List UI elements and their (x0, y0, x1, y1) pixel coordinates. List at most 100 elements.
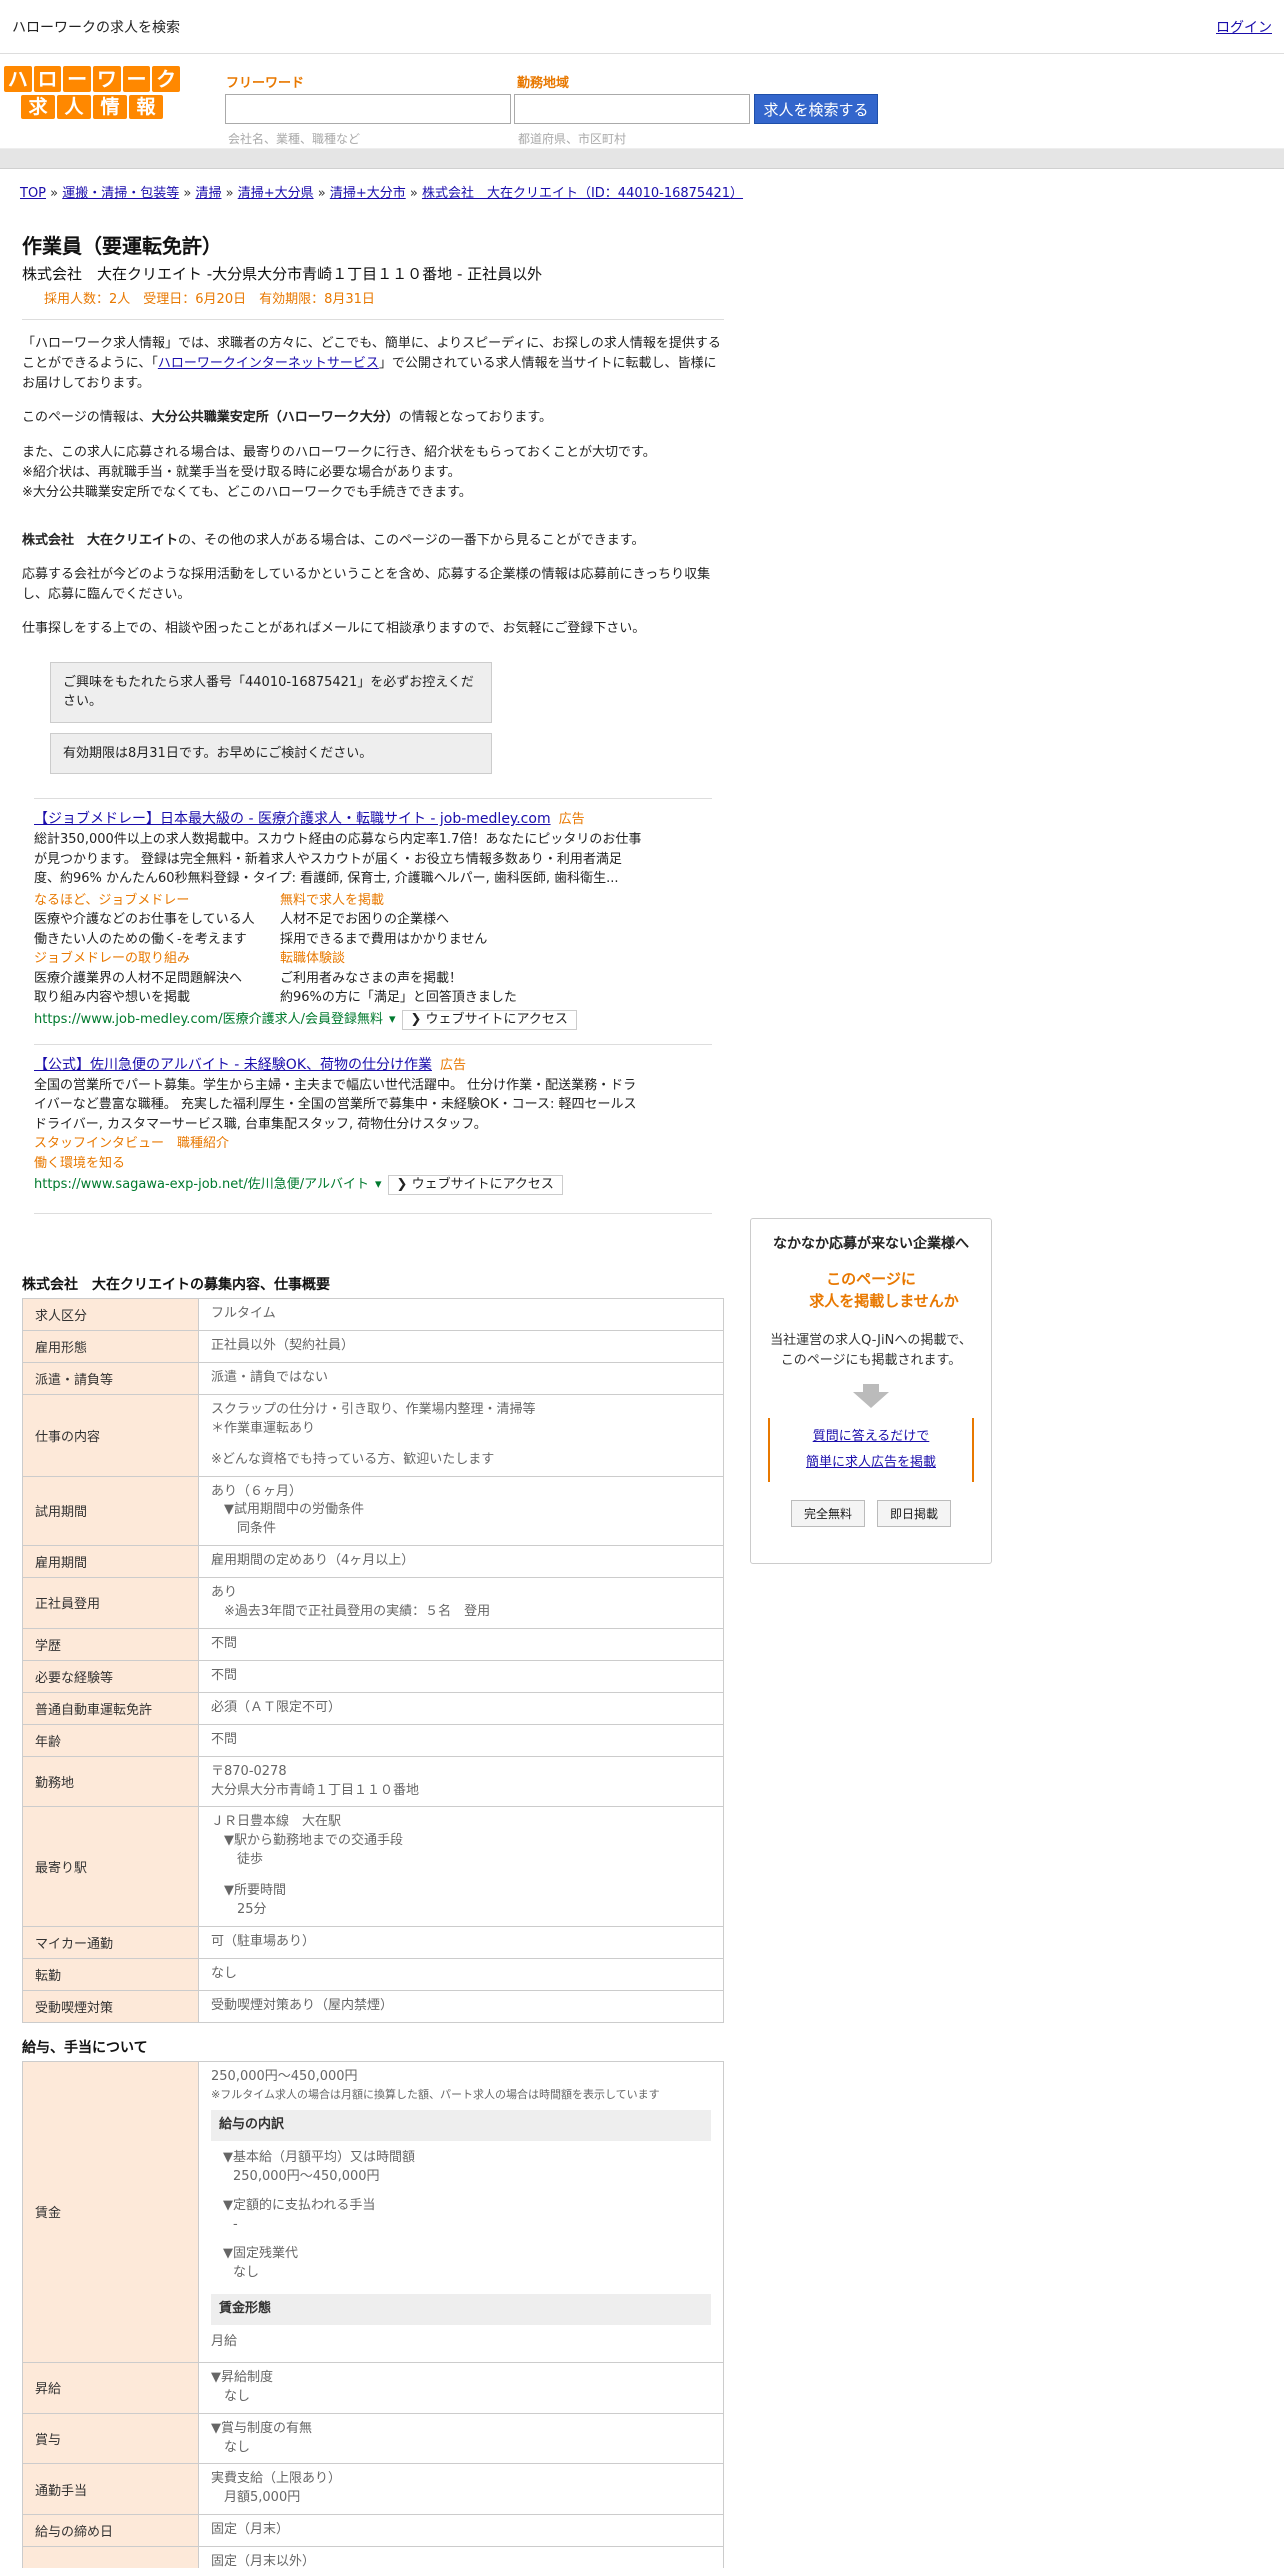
row-value: 不問 (198, 1723, 724, 1757)
breakdown-value: なし (233, 2264, 260, 2280)
sitelink[interactable]: 転職体験談 ご利用者みなさまの声を掲載！ 約96%の方に「満足」と回答頂きました (280, 949, 526, 1008)
sitelink[interactable]: なるほど、ジョブメドレー 医療や介護などのお仕事をしている人 働きたい人のための働く… (34, 891, 280, 950)
value-line: なし (211, 2388, 251, 2404)
area-input[interactable] (514, 94, 750, 124)
breadcrumb-link[interactable]: 清掃 (195, 186, 221, 201)
intro-p7: 応募する会社が今どのような採用活動をしているかということを含め、応募する企業様の… (22, 567, 711, 603)
breadcrumb: TOP » 運搬・清掃・包装等 » 清掃 » 清掃+大分県 » 清掃+大分市 »… (20, 182, 743, 201)
pay-table: 賃金 250,000円〜450,000円 ※フルタイム求人の場合は月額に換算した… (22, 2060, 724, 2568)
sitelink-desc: ご利用者みなさまの声を掲載！ (280, 970, 463, 986)
row-label: 転勤 (22, 1957, 199, 1991)
sitelink[interactable]: 無料で求人を掲載 人材不足でお困りの企業様へ 採用できるまで費用はかかりません (280, 891, 526, 950)
table-row: 雇用形態 正社員以外（契約社員） (22, 1330, 724, 1364)
logo-char: ー (63, 66, 91, 92)
value-line: 正社員以外（契約社員） (211, 1338, 355, 1354)
value-line: なし (211, 2439, 251, 2455)
intro-p3: また、この求人に応募される場合は、最寄りのハローワークに行き、紹介状をもらってお… (22, 444, 656, 460)
job-title: 作業員（要運転免許） (22, 234, 222, 258)
freeword-label: フリーワード (226, 76, 305, 91)
value-line: スクラップの仕分け・引き取り、作業場内整理・清掃等 (211, 1402, 536, 1418)
sitelink-desc: 医療や介護などのお仕事をしている人 (34, 912, 255, 928)
breadcrumb-link[interactable]: 株式会社 大在クリエイト（ID：44010-16875421） (422, 186, 743, 201)
table-row: 派遣・請負等 派遣・請負ではない (22, 1362, 724, 1396)
intro-p5: ※大分公共職業安定所でなくても、どこのハローワークでも手続きできます。 (22, 484, 472, 500)
table-row: 正社員登用 あり ※過去3年間で正社員登用の実績：５名 登用 (22, 1577, 724, 1629)
ad-link-jobs[interactable]: 職種紹介 (177, 1136, 229, 1151)
value-line: 月額5,000円 (211, 2490, 301, 2506)
wage-cell: 250,000円〜450,000円 ※フルタイム求人の場合は月額に換算した額、パ… (198, 2060, 724, 2364)
same-day-button[interactable]: 即日掲載 (877, 1500, 952, 1528)
breadcrumb-link[interactable]: TOP (20, 186, 46, 201)
row-value: 実費支給（上限あり） 月額5,000円 (198, 2463, 724, 2516)
search-button[interactable]: 求人を検索する (754, 94, 878, 124)
sitelink[interactable]: ジョブメドレーの取り組み 医療介護業界の人材不足問題解決へ 取り組み内容や想いを掲載 (34, 949, 280, 1008)
table-row: 賃金 250,000円〜450,000円 ※フルタイム求人の場合は月額に換算した… (22, 2060, 724, 2364)
ad-title-link[interactable]: 【公式】佐川急便のアルバイト - 未経験OK、荷物の仕分け作業 (34, 1057, 432, 1073)
row-label: 試用期間 (22, 1475, 199, 1547)
sitelink-desc: 医療介護業界の人材不足問題解決へ (34, 970, 243, 986)
ad-link-interview[interactable]: スタッフインタビュー (34, 1136, 164, 1151)
ad-url-dropdown-icon[interactable]: ▾ (375, 1175, 382, 1195)
row-label: 正社員登用 (22, 1577, 199, 1629)
row-label: 賃金 (22, 2060, 199, 2364)
table-row: 受動喫煙対策 受動喫煙対策あり（屋内禁煙） (22, 1989, 724, 2023)
table-row: 雇用期間 雇用期間の定めあり（4ヶ月以上） (22, 1545, 724, 1579)
row-label: マイカー通勤 (22, 1925, 199, 1959)
logo-char: 人 (57, 95, 91, 119)
table-row: マイカー通勤 可（駐車場あり） (22, 1925, 724, 1959)
value-line: 大分県大分市青崎１丁目１１０番地 (211, 1782, 420, 1798)
visit-website-button[interactable]: ❯ ウェブサイトにアクセス (401, 1009, 577, 1030)
breadcrumb-separator: » (313, 186, 330, 201)
ad-link-environment[interactable]: 働く環境を知る (34, 1154, 712, 1174)
sidebar-link-post[interactable]: 簡単に求人広告を掲載 (806, 1455, 936, 1470)
sitelink-title: 転職体験談 (280, 951, 346, 967)
value-line: 受動喫煙対策あり（屋内禁煙） (211, 1997, 394, 2013)
hellowork-logo[interactable]: ハローワーク 求人情報 (3, 66, 181, 122)
ad-tag: 広告 (558, 812, 585, 828)
breadcrumb-link[interactable]: 運搬・清掃・包装等 (62, 186, 179, 201)
ad-url-dropdown-icon[interactable]: ▾ (389, 1010, 396, 1030)
top-bar: ハローワークの求人を検索 ログイン (0, 0, 1284, 54)
ad-url[interactable]: https://www.sagawa-exp-job.net/佐川急便/アルバイ… (34, 1175, 369, 1195)
value-line: 実費支給（上限あり） (211, 2471, 342, 2487)
logo-char: ハ (3, 66, 32, 92)
table-row: 通勤手当 実費支給（上限あり） 月額5,000円 (22, 2463, 724, 2516)
row-value: 受動喫煙対策あり（屋内禁煙） (198, 1989, 724, 2023)
breadcrumb-separator: » (179, 186, 196, 201)
freeword-input[interactable] (225, 94, 511, 124)
table-row: 転勤 なし (22, 1957, 724, 1991)
value-line: あり（６ヶ月） (211, 1483, 303, 1499)
row-value: スクラップの仕分け・引き取り、作業場内整理・清掃等 ＊作業車運転あり ※どんな資格で… (198, 1394, 724, 1477)
area-hint: 都道府県、市区町村 (518, 132, 627, 146)
value-line: ＪＲ日豊本線 大在駅 (211, 1814, 342, 1830)
value-line: ＊作業車運転あり (211, 1420, 316, 1436)
sitelink-desc: 採用できるまで費用はかかりません (280, 931, 488, 947)
row-value: 不問 (198, 1659, 724, 1693)
table-row: 年齢 不問 (22, 1723, 724, 1757)
visit-website-button[interactable]: ❯ ウェブサイトにアクセス (387, 1175, 563, 1196)
sidebar-title: なかなか応募が来ない企業様へ (773, 1236, 969, 1252)
table-row: 普通自動車運転免許 必須（ＡＴ限定不可） (22, 1691, 724, 1725)
ad-url[interactable]: https://www.job-medley.com/医療介護求人/会員登録無料 (34, 1010, 383, 1030)
job-meta: 採用人数：2人 受理日：6月20日 有効期限：8月31日 (22, 288, 724, 320)
login-link[interactable]: ログイン (1216, 17, 1272, 37)
breadcrumb-link[interactable]: 清掃+大分県 (238, 186, 314, 201)
sidebar-link-easy[interactable]: 質問に答えるだけで (813, 1429, 930, 1444)
row-label: 最寄り駅 (22, 1806, 199, 1927)
row-label: 必要な経験等 (22, 1659, 199, 1693)
main-content: 作業員（要運転免許） 株式会社 大在クリエイト -大分県大分市青崎１丁目１１０番… (22, 230, 724, 2568)
row-label: 給与の支払日 (22, 2546, 199, 2568)
table-row: 給与の支払日固定（月末以外）▼支払月 翌月▼支払日 20日 (22, 2546, 724, 2568)
free-button[interactable]: 完全無料 (790, 1500, 865, 1528)
logo-char: ロ (33, 66, 62, 92)
header: ハローワーク 求人情報 フリーワード 会社名、業種、職種など 勤務地域 都道府県… (0, 54, 1284, 149)
row-value: 〒870-0278 大分県大分市青崎１丁目１１０番地 (198, 1755, 724, 1808)
value-line: 徒歩 (211, 1852, 264, 1868)
breakdown-item: ▼固定残業代 (223, 2245, 298, 2261)
table-row: 賞与 ▼賞与制度の有無 なし (22, 2412, 724, 2465)
breadcrumb-link[interactable]: 清掃+大分市 (330, 186, 406, 201)
hellowork-internet-link[interactable]: ハローワークインターネットサービス (158, 356, 379, 371)
ad-title-link[interactable]: 【ジョブメドレー】日本最大級の - 医療介護求人・転職サイト - job-med… (34, 811, 551, 827)
row-value: ＪＲ日豊本線 大在駅 ▼駅から勤務地までの交通手段 徒歩 ▼所要時間 25分 (198, 1806, 724, 1927)
sidebar-headline: このページに 求人を掲載しませんか (809, 1270, 959, 1310)
